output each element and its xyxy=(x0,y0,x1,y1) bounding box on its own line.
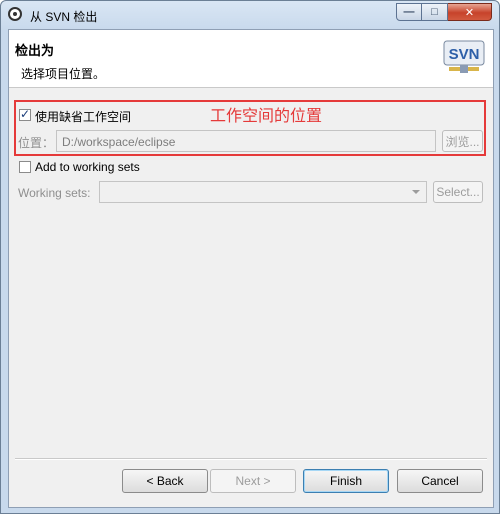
dialog-window: 从 SVN 检出 — □ ✕ 检出为 选择项目位置。 SVN ✓ 使用缺省工作空… xyxy=(0,0,500,514)
maximize-button[interactable]: □ xyxy=(422,3,448,21)
working-sets-label: Working sets: xyxy=(18,186,91,200)
select-working-sets-button[interactable]: Select... xyxy=(433,181,483,203)
add-to-working-sets-label: Add to working sets xyxy=(35,160,140,174)
eclipse-icon xyxy=(8,7,22,21)
window-title: 从 SVN 检出 xyxy=(30,10,98,24)
annotation-text: 工作空间的位置 xyxy=(210,108,323,125)
close-button[interactable]: ✕ xyxy=(448,3,492,21)
minimize-icon: — xyxy=(403,6,415,18)
back-button[interactable]: < Back xyxy=(122,469,208,493)
maximize-icon: □ xyxy=(431,6,438,18)
add-to-working-sets-checkbox[interactable] xyxy=(19,161,31,173)
close-icon: ✕ xyxy=(464,6,475,19)
footer-separator xyxy=(15,458,487,460)
svn-logo-icon: SVN xyxy=(443,40,485,73)
title-bar[interactable]: 从 SVN 检出 — □ ✕ xyxy=(2,2,498,29)
chevron-down-icon xyxy=(412,190,420,194)
page-description: 选择项目位置。 xyxy=(21,67,106,81)
minimize-button[interactable]: — xyxy=(396,3,422,21)
dialog-client-area: 检出为 选择项目位置。 SVN ✓ 使用缺省工作空间 位置： D:/worksp… xyxy=(8,29,494,508)
svn-logo-text: SVN xyxy=(449,46,480,63)
finish-button[interactable]: Finish xyxy=(303,469,389,493)
page-title: 检出为 xyxy=(15,43,55,58)
wizard-banner: 检出为 选择项目位置。 SVN xyxy=(9,30,493,88)
cancel-button[interactable]: Cancel xyxy=(397,469,483,493)
working-sets-combo[interactable] xyxy=(99,181,427,203)
next-button[interactable]: Next > xyxy=(210,469,296,493)
